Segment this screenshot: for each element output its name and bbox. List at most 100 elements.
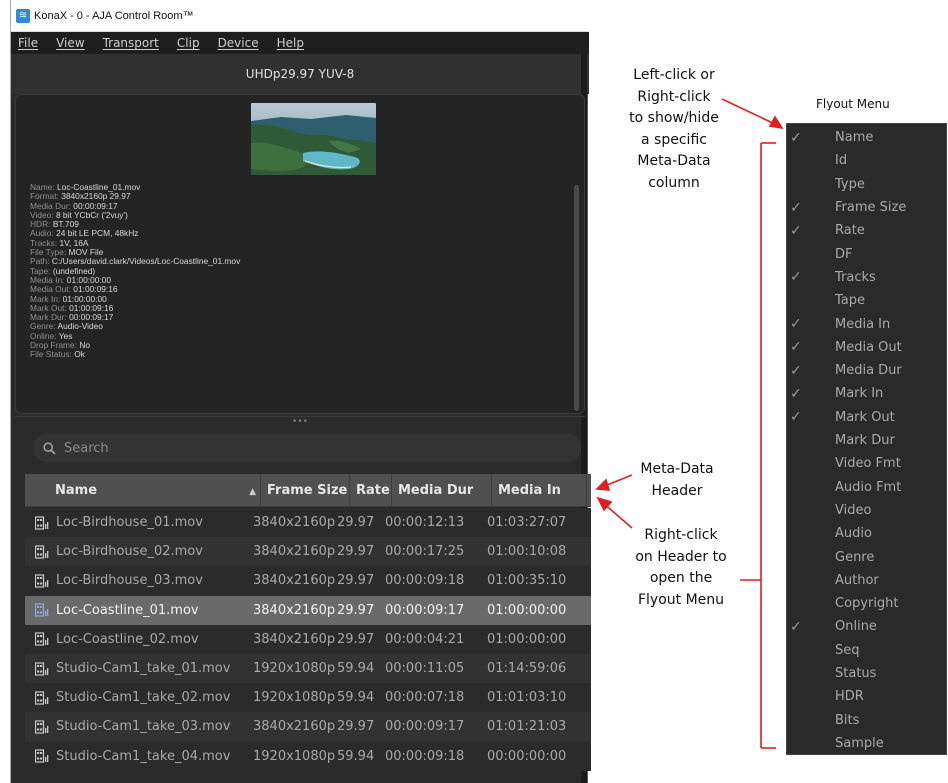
flyout-item-mark-dur[interactable]: Mark Dur: [787, 429, 948, 452]
column-header-media-in[interactable]: Media In: [492, 473, 587, 507]
clip-file-icon: [35, 691, 49, 705]
cell-frame-size: 1920x1080p: [253, 690, 336, 706]
table-row[interactable]: Loc-Coastline_02.mov 3840x2160p 29.97 00:00…: [25, 624, 591, 654]
menu-transport[interactable]: Transport: [103, 36, 159, 50]
cell-name: Loc-Birdhouse_01.mov: [25, 515, 247, 530]
clip-name: Studio-Cam1_take_04.mov: [56, 748, 231, 764]
cell-name: Loc-Coastline_02.mov: [25, 632, 247, 647]
sort-ascending-icon[interactable]: ▲: [249, 487, 256, 497]
flyout-item-media-dur[interactable]: ✓ Media Dur: [787, 359, 948, 382]
flyout-item-tape[interactable]: Tape: [787, 289, 948, 312]
flyout-item-mark-in[interactable]: ✓ Mark In: [787, 382, 948, 405]
flyout-item-label: Mark Out: [835, 409, 895, 425]
cell-frame-size: 1920x1080p: [253, 661, 336, 677]
clip-info-panel: Name: Loc-Coastline_01.mov Format: 3840x2…: [15, 94, 585, 414]
flyout-item-online[interactable]: ✓ Online: [787, 615, 948, 638]
menu-file[interactable]: File: [18, 36, 38, 50]
annotation-line: Header: [651, 482, 703, 499]
column-header-name[interactable]: Name ▲: [25, 473, 261, 507]
cell-media-in: 01:00:00:00: [487, 602, 567, 618]
search-bar[interactable]: [33, 434, 581, 462]
clip-name: Loc-Coastline_02.mov: [56, 631, 199, 647]
column-header-label: Frame Size: [267, 482, 348, 498]
flyout-item-label: Mark In: [835, 386, 884, 402]
flyout-item-hdr[interactable]: HDR: [787, 685, 948, 708]
annotation-line: on Header to: [635, 548, 727, 565]
annotation-line: column: [648, 174, 700, 191]
flyout-item-media-in[interactable]: ✓ Media In: [787, 312, 948, 335]
search-input[interactable]: [64, 440, 544, 456]
flyout-item-name[interactable]: ✓ Name: [787, 126, 948, 149]
clip-name: Loc-Birdhouse_01.mov: [56, 515, 203, 531]
flyout-item-mark-out[interactable]: ✓ Mark Out: [787, 406, 948, 429]
flyout-item-tracks[interactable]: ✓ Tracks: [787, 266, 948, 289]
checkmark-icon: ✓: [790, 316, 802, 333]
clip-file-icon: [35, 720, 49, 734]
table-row[interactable]: Loc-Birdhouse_01.mov 3840x2160p 29.97 00:00…: [25, 508, 591, 538]
flyout-item-media-out[interactable]: ✓ Media Out: [787, 336, 948, 359]
table-row[interactable]: Studio-Cam1_take_01.mov 1920x1080p 59.94 00…: [25, 653, 591, 684]
menu-device[interactable]: Device: [218, 36, 259, 50]
clip-name: Studio-Cam1_take_01.mov: [56, 661, 231, 677]
column-header-media-dur[interactable]: Media Dur: [392, 473, 492, 507]
flyout-item-label: Media Dur: [835, 363, 902, 379]
flyout-item-video[interactable]: Video: [787, 499, 948, 522]
flyout-item-label: DF: [835, 246, 853, 262]
column-header-label: Name: [55, 482, 98, 498]
cell-media-dur: 00:00:09:18: [385, 748, 465, 764]
table-row[interactable]: Studio-Cam1_take_02.mov 1920x1080p 59.94 00…: [25, 683, 591, 713]
menu-view[interactable]: View: [56, 36, 84, 50]
flyout-item-id[interactable]: Id: [787, 149, 948, 172]
column-header-label: Rate: [356, 482, 390, 498]
cell-rate: 29.97: [337, 631, 375, 647]
menu-help[interactable]: Help: [277, 36, 304, 50]
video-format-bar: UHDp29.97 YUV-8: [11, 54, 589, 94]
flyout-item-genre[interactable]: Genre: [787, 545, 948, 568]
flyout-item-author[interactable]: Author: [787, 569, 948, 592]
table-row[interactable]: Loc-Coastline_01.mov 3840x2160p 29.97 00:00…: [25, 595, 591, 625]
cell-name: Studio-Cam1_take_03.mov: [25, 719, 247, 734]
flyout-item-type[interactable]: Type: [787, 173, 948, 196]
flyout-item-sample[interactable]: Sample: [787, 732, 948, 755]
cell-rate: 29.97: [337, 602, 375, 618]
cell-media-in: 01:14:59:06: [487, 661, 567, 677]
flyout-item-audio[interactable]: Audio: [787, 522, 948, 545]
cell-media-dur: 00:00:09:18: [385, 573, 465, 589]
table-row[interactable]: Loc-Birdhouse_02.mov 3840x2160p 29.97 00:00…: [25, 537, 591, 567]
cell-media-in: 01:00:35:10: [487, 573, 567, 589]
column-header-rate[interactable]: Rate: [350, 473, 392, 507]
cell-media-dur: 00:00:09:17: [385, 602, 465, 618]
annotation-left-click: Left-click or Right-click to show/hide a…: [608, 65, 740, 194]
cell-media-dur: 00:00:04:21: [385, 631, 465, 647]
metadata-value: Ok: [74, 349, 85, 360]
checkmark-icon: ✓: [790, 199, 802, 216]
cell-media-in: 00:00:00:00: [487, 748, 567, 764]
flyout-item-audio-fmt[interactable]: Audio Fmt: [787, 476, 948, 499]
video-format-label: UHDp29.97 YUV-8: [245, 67, 355, 81]
flyout-item-df[interactable]: DF: [787, 243, 948, 266]
flyout-item-frame-size[interactable]: ✓ Frame Size: [787, 196, 948, 219]
table-row[interactable]: Studio-Cam1_take_03.mov 3840x2160p 29.97 00…: [25, 712, 591, 742]
table-row[interactable]: Studio-Cam1_take_04.mov 1920x1080p 59.94 00…: [25, 741, 591, 771]
flyout-item-seq[interactable]: Seq: [787, 639, 948, 662]
annotation-line: Right-click: [644, 527, 718, 543]
clip-file-icon: [35, 661, 49, 676]
flyout-item-rate[interactable]: ✓ Rate: [787, 219, 948, 242]
panel-splitter-handle[interactable]: •••: [15, 416, 585, 430]
table-row[interactable]: Loc-Birdhouse_03.mov 3840x2160p 29.97 00:00…: [25, 566, 591, 596]
metadata-header[interactable]: Name ▲ Frame Size Rate Media Dur Media I…: [25, 473, 591, 507]
clip-name: Studio-Cam1_take_03.mov: [56, 719, 231, 735]
flyout-item-copyright[interactable]: Copyright: [787, 592, 948, 615]
flyout-item-bits[interactable]: Bits: [787, 709, 948, 732]
annotation-line: a specific: [641, 131, 707, 148]
flyout-menu: ✓ Name Id Type ✓ Frame Size ✓ Rate DF ✓ Tracks Tape…: [786, 123, 947, 755]
clip-file-icon: [35, 632, 49, 646]
checkmark-icon: ✓: [790, 618, 802, 635]
flyout-item-video-fmt[interactable]: Video Fmt: [787, 452, 948, 475]
flyout-item-status[interactable]: Status: [787, 662, 948, 685]
menu-clip[interactable]: Clip: [177, 36, 200, 50]
info-scrollbar[interactable]: [574, 185, 579, 411]
column-header-frame-size[interactable]: Frame Size: [261, 473, 350, 507]
cell-frame-size: 3840x2160p: [253, 631, 336, 647]
checkmark-icon: ✓: [790, 409, 802, 426]
